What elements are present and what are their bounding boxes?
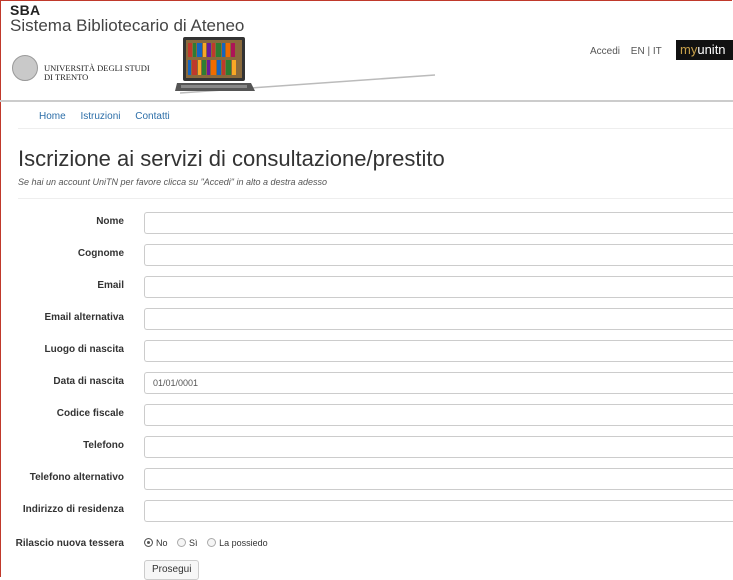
university-name-line2: DI TRENTO [44, 72, 89, 82]
form-row-telefono: Telefono [0, 436, 733, 458]
email-alternativa-label: Email alternativa [44, 312, 124, 323]
nav-divider [18, 128, 733, 129]
university-crest-icon [12, 55, 38, 81]
indirizzo-label: Indirizzo di residenza [22, 504, 124, 515]
radio-checked-icon[interactable] [144, 538, 153, 547]
card-option-possiedo-label: La possiedo [219, 538, 268, 548]
telefono-alternativo-input[interactable] [144, 468, 733, 490]
form-row-email: Email [0, 276, 733, 298]
myunitn-my: my [680, 42, 698, 57]
myunitn-unitn: unitn [697, 42, 726, 57]
card-radio-row: Rilascio nuova tessera No Sì La possiedo [0, 536, 733, 552]
nav-instructions[interactable]: Istruzioni [80, 111, 120, 122]
telefono-alternativo-label: Telefono alternativo [29, 472, 124, 483]
submit-button[interactable]: Prosegui [144, 560, 200, 580]
email-label: Email [97, 280, 124, 291]
email-alternativa-input[interactable] [144, 308, 733, 330]
form-row-cognome: Cognome [0, 244, 733, 266]
codice-fiscale-input[interactable] [144, 404, 733, 426]
language-switch[interactable]: EN | IT [631, 46, 662, 57]
codice-fiscale-label: Codice fiscale [56, 408, 124, 419]
telefono-label: Telefono [83, 440, 124, 451]
form-row-email-alternativa: Email alternativa [0, 308, 733, 330]
cognome-label: Cognome [77, 248, 124, 259]
site-header: SBA Sistema Bibliotecario di Ateneo UNIV… [0, 0, 733, 102]
nome-label: Nome [96, 216, 124, 227]
form-row-codice-fiscale: Codice fiscale [0, 404, 733, 426]
main-nav: Home Istruzioni Contatti [39, 111, 182, 122]
data-nascita-input[interactable] [144, 372, 733, 394]
form-row-telefono-alternativo: Telefono alternativo [0, 468, 733, 490]
card-radio-group: No Sì La possiedo [144, 538, 275, 548]
login-link[interactable]: Accedi [590, 46, 620, 57]
card-option-no-label: No [156, 538, 168, 548]
card-label: Rilascio nuova tessera [15, 538, 124, 549]
telefono-input[interactable] [144, 436, 733, 458]
card-option-possiedo[interactable]: La possiedo [207, 538, 268, 548]
form-row-luogo-nascita: Luogo di nascita [0, 340, 733, 362]
header-divider [0, 100, 733, 102]
form-divider [18, 198, 733, 199]
card-option-si[interactable]: Sì [177, 538, 198, 548]
form-row-data-nascita: Data di nascita [0, 372, 733, 394]
university-name[interactable]: UNIVERSITÀ DEGLI STUDI DI TRENTO [44, 64, 150, 82]
data-nascita-label: Data di nascita [53, 376, 124, 387]
nav-contacts[interactable]: Contatti [135, 111, 169, 122]
nome-input[interactable] [144, 212, 733, 234]
myunitn-button[interactable]: myunitn [676, 40, 733, 60]
page-title: Iscrizione ai servizi di consultazione/p… [18, 146, 445, 171]
radio-unchecked-icon[interactable] [207, 538, 217, 547]
luogo-nascita-input[interactable] [144, 340, 733, 362]
nav-home[interactable]: Home [39, 111, 66, 122]
card-option-si-label: Sì [189, 538, 198, 548]
email-input[interactable] [144, 276, 733, 298]
cognome-input[interactable] [144, 244, 733, 266]
indirizzo-input[interactable] [144, 500, 733, 522]
radio-unchecked-icon[interactable] [177, 538, 187, 547]
page-subtitle: Se hai un account UniTN per favore clicc… [18, 177, 328, 187]
form-row-nome: Nome [0, 212, 733, 234]
header-links: Accedi EN | IT [590, 46, 670, 57]
form-row-indirizzo: Indirizzo di residenza [0, 500, 733, 522]
luogo-nascita-label: Luogo di nascita [44, 344, 124, 355]
laptop-books-icon [175, 37, 255, 91]
system-name: Sistema Bibliotecario di Ateneo [10, 16, 245, 35]
card-option-no[interactable]: No [144, 538, 168, 548]
